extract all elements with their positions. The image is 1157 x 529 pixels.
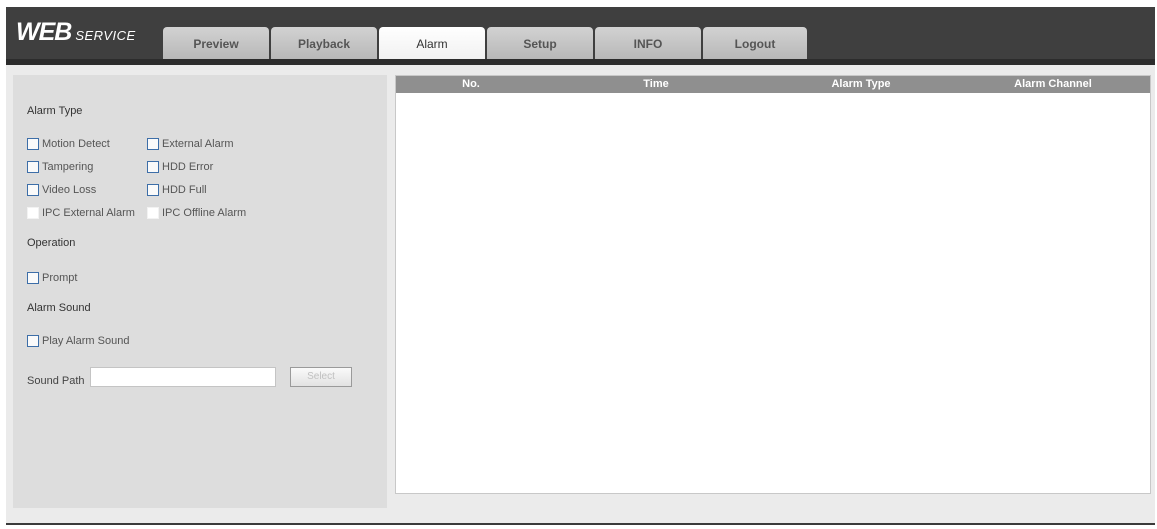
alarm-settings-panel: Alarm Type Motion Detect External Alarm … <box>13 75 387 508</box>
alarm-table-panel: No. Time Alarm Type Alarm Channel <box>395 75 1151 494</box>
checkbox-box[interactable] <box>147 160 159 173</box>
checkbox-label: Prompt <box>42 271 78 284</box>
top-bar: WEB SERVICE Preview Playback Alarm Setup … <box>6 7 1155 59</box>
play-alarm-sound-checkbox[interactable]: Play Alarm Sound <box>27 334 129 347</box>
operation-title: Operation <box>27 237 76 249</box>
logo-main-text: WEB <box>16 18 72 46</box>
alarm-type-title: Alarm Type <box>27 105 83 117</box>
checkbox-label: Play Alarm Sound <box>42 334 130 347</box>
checkbox-label: Tampering <box>42 160 94 173</box>
external-alarm-checkbox[interactable]: External Alarm <box>147 137 234 150</box>
web-service-app: WEB SERVICE Preview Playback Alarm Setup … <box>6 7 1155 525</box>
logo: WEB SERVICE <box>16 18 136 47</box>
checkbox-box[interactable] <box>147 183 159 196</box>
column-header-alarm-channel: Alarm Channel <box>1014 78 1092 90</box>
tab-playback[interactable]: Playback <box>271 27 377 59</box>
checkbox-box[interactable] <box>27 271 39 284</box>
ipc-external-alarm-checkbox[interactable]: IPC External Alarm <box>27 206 135 219</box>
hdd-error-checkbox[interactable]: HDD Error <box>147 160 213 173</box>
checkbox-box[interactable] <box>147 206 159 219</box>
top-bar-divider <box>6 59 1155 65</box>
video-loss-checkbox[interactable]: Video Loss <box>27 183 96 196</box>
tab-preview[interactable]: Preview <box>163 27 269 59</box>
checkbox-box[interactable] <box>27 334 39 347</box>
checkbox-label: HDD Error <box>162 160 214 173</box>
select-button[interactable]: Select <box>290 367 352 387</box>
tab-setup[interactable]: Setup <box>487 27 593 59</box>
tab-logout[interactable]: Logout <box>703 27 807 59</box>
checkbox-label: IPC External Alarm <box>42 206 135 219</box>
column-header-no: No. <box>462 78 480 90</box>
checkbox-label: Motion Detect <box>42 137 110 150</box>
prompt-checkbox[interactable]: Prompt <box>27 271 77 284</box>
checkbox-box[interactable] <box>27 183 39 196</box>
checkbox-box[interactable] <box>27 137 39 150</box>
checkbox-label: Video Loss <box>42 183 97 196</box>
motion-detect-checkbox[interactable]: Motion Detect <box>27 137 110 150</box>
checkbox-box[interactable] <box>147 137 159 150</box>
tab-info[interactable]: INFO <box>595 27 701 59</box>
alarm-table-header: No. Time Alarm Type Alarm Channel <box>396 76 1150 93</box>
logo-sub-text: SERVICE <box>75 28 136 43</box>
checkbox-label: HDD Full <box>162 183 207 196</box>
alarm-sound-title: Alarm Sound <box>27 302 91 314</box>
sound-path-label: Sound Path <box>27 375 85 387</box>
tampering-checkbox[interactable]: Tampering <box>27 160 93 173</box>
checkbox-box[interactable] <box>27 206 39 219</box>
column-header-alarm-type: Alarm Type <box>831 78 891 90</box>
checkbox-label: External Alarm <box>162 137 234 150</box>
sound-path-input[interactable] <box>90 367 276 387</box>
tab-alarm[interactable]: Alarm <box>379 27 485 59</box>
hdd-full-checkbox[interactable]: HDD Full <box>147 183 207 196</box>
ipc-offline-alarm-checkbox[interactable]: IPC Offline Alarm <box>147 206 246 219</box>
checkbox-box[interactable] <box>27 160 39 173</box>
column-header-time: Time <box>643 78 669 90</box>
checkbox-label: IPC Offline Alarm <box>162 206 247 219</box>
